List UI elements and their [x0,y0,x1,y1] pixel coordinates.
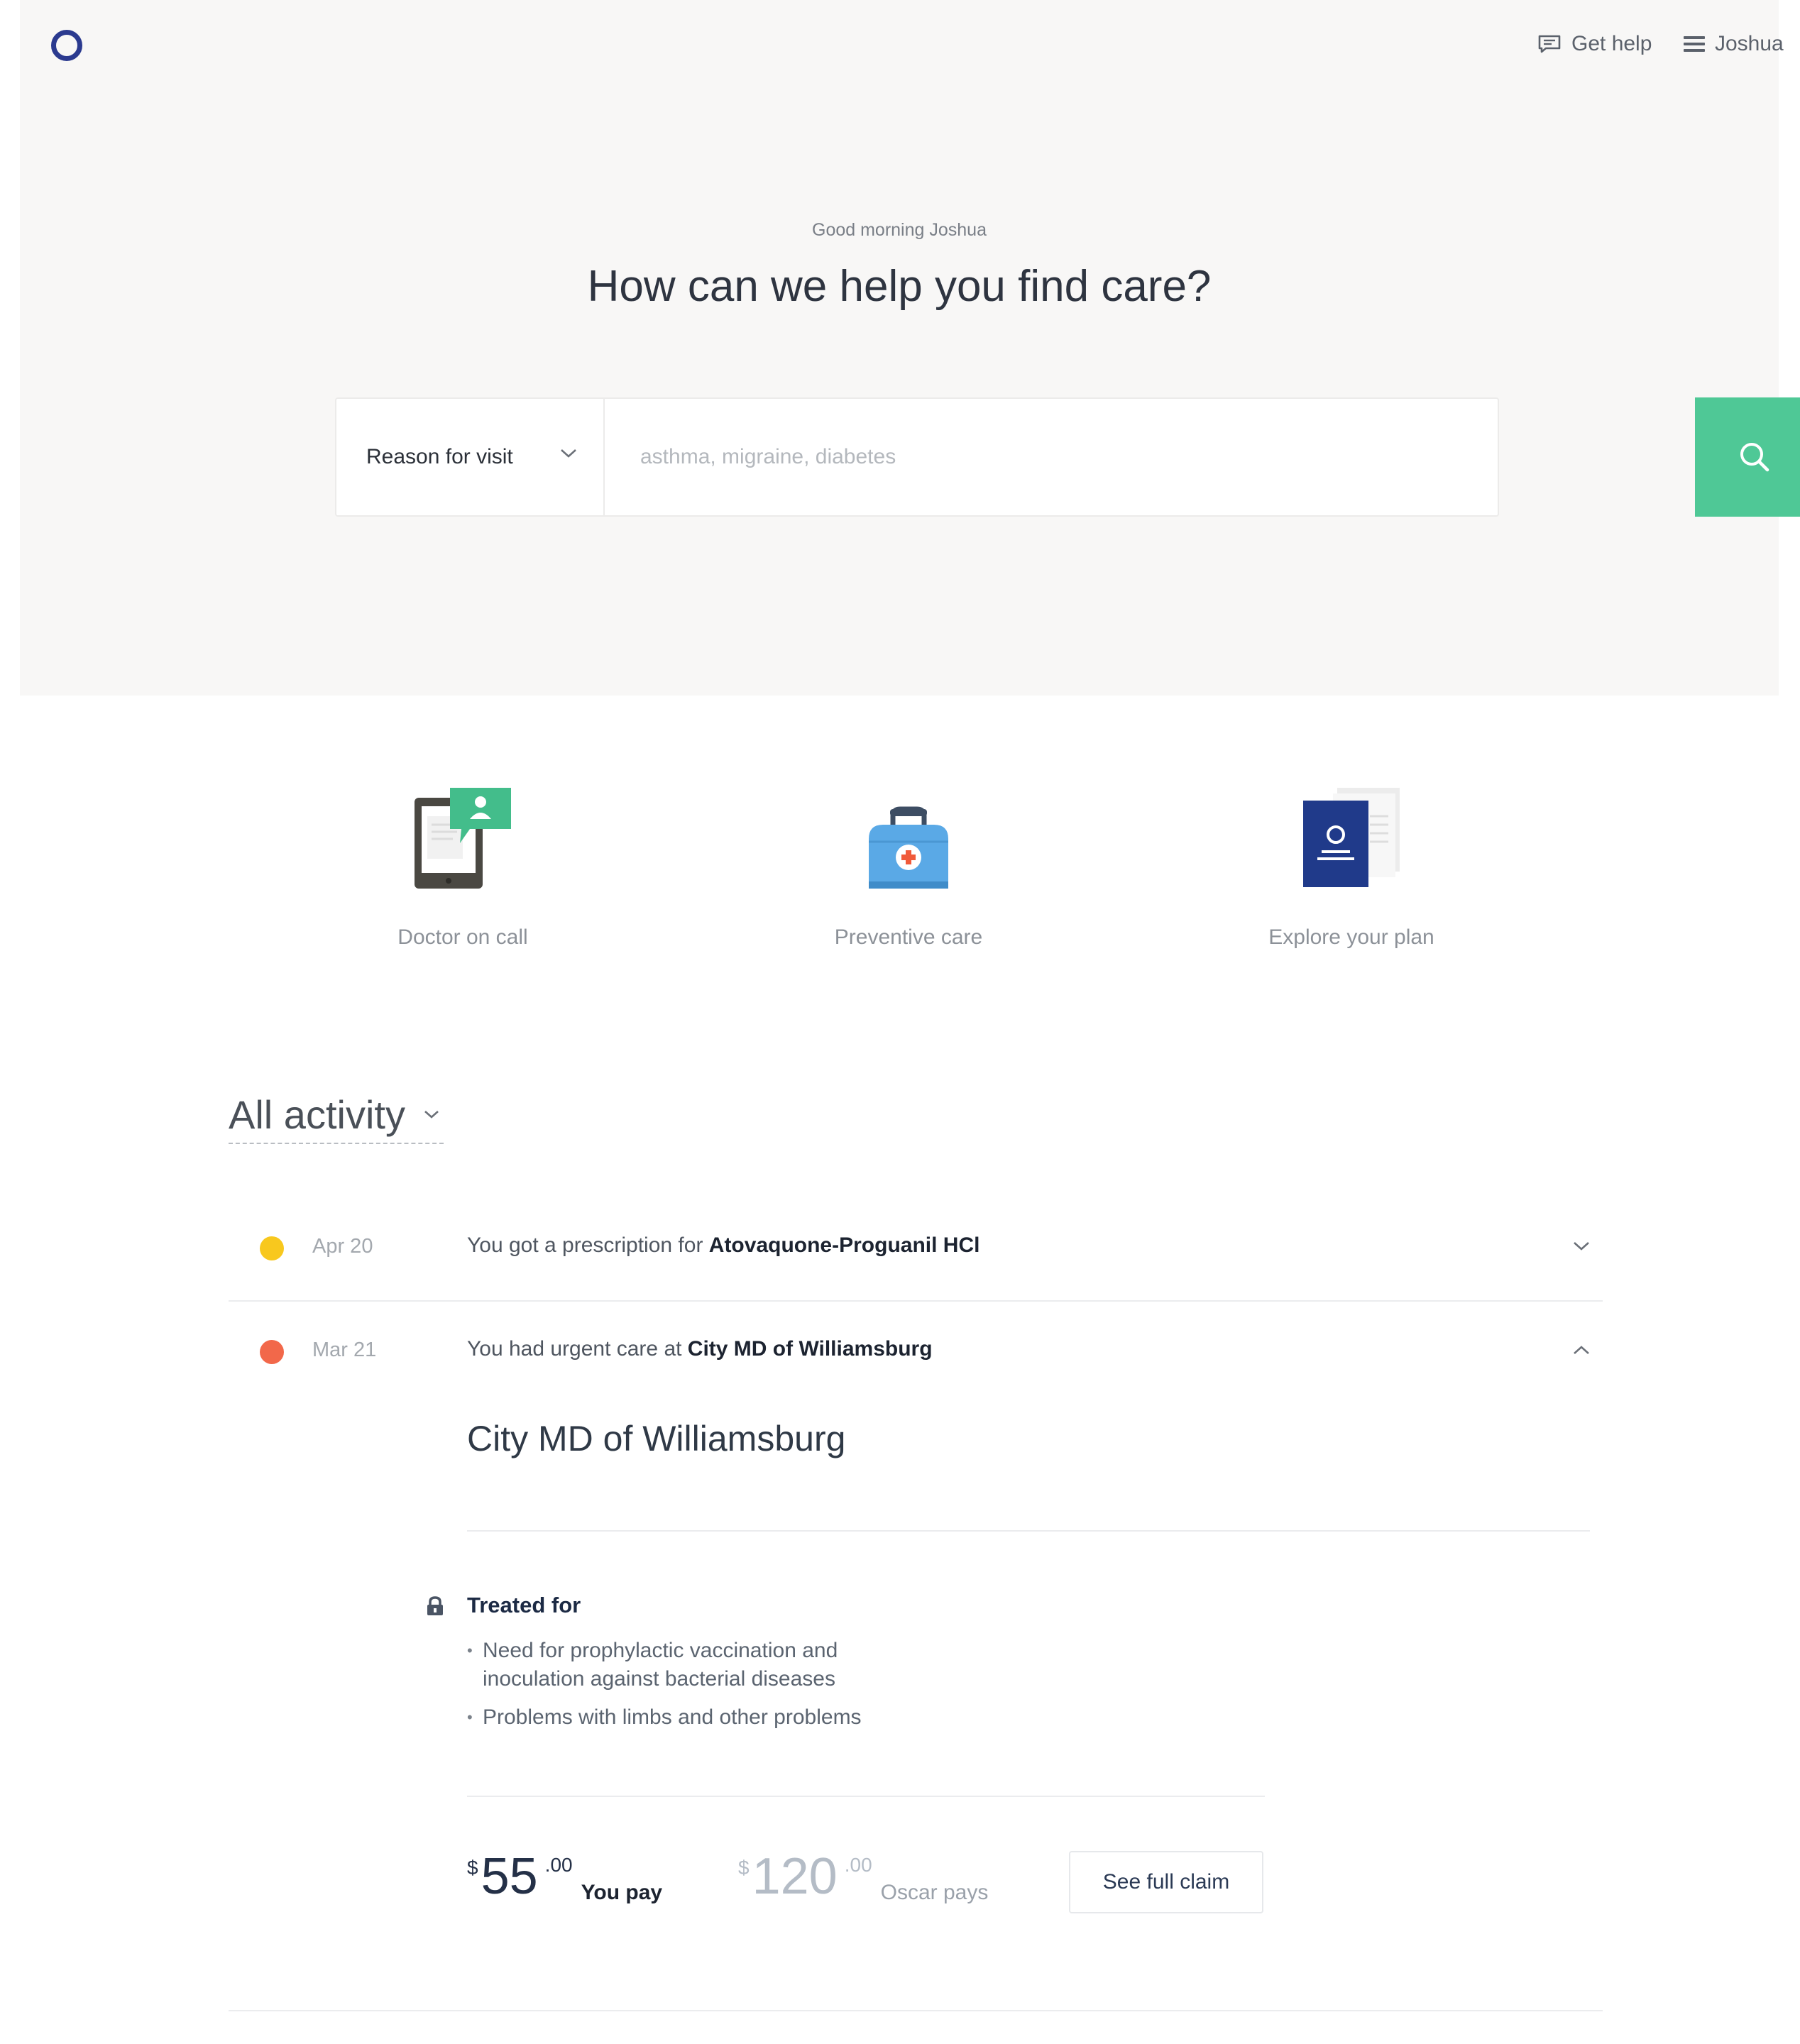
chevron-up-icon[interactable] [1571,1343,1591,1357]
oscar-pays-label: Oscar pays [880,1881,989,1904]
treated-for-list: Need for prophylactic vaccination and in… [467,1637,907,1742]
chevron-down-icon[interactable] [1571,1239,1591,1253]
divider [467,1796,1265,1797]
treated-for-heading: Treated for [467,1593,581,1617]
oscar-pays-amount: $ 120 .00 Oscar pays [738,1848,989,1905]
tile-preventive-care[interactable]: Preventive care [767,788,1050,958]
page: Get help Joshua Good morning Joshua How … [20,0,1800,2044]
tile-doctor-on-call[interactable]: Doctor on call [321,788,605,958]
activity-subject: City MD of Williamsburg [687,1337,933,1361]
chevron-down-icon [424,1111,439,1119]
list-item: Problems with limbs and other problems [467,1703,907,1732]
chat-icon [1538,35,1561,53]
activity-row-urgent-care[interactable]: Mar 21 You had urgent care at City MD of… [229,1302,1603,1404]
status-dot [260,1236,284,1260]
facility-title: City MD of Williamsburg [467,1419,846,1458]
reason-for-visit-select[interactable]: Reason for visit [336,399,605,515]
oscar-logo[interactable] [51,30,82,61]
you-pay-amount: $ 55 .00 You pay [467,1848,663,1905]
tile-explore-your-plan[interactable]: Explore your plan [1209,788,1493,958]
status-dot [260,1340,284,1364]
activity-filter-label: All activity [229,1092,405,1137]
list-item: Need for prophylactic vaccination and in… [467,1637,907,1693]
search-button[interactable] [1695,397,1800,517]
activity-text: You got a prescription for Atovaquone-Pr… [467,1233,980,1257]
hero-section: Get help Joshua Good morning Joshua How … [20,0,1800,696]
search-icon [1740,443,1769,472]
activity-subject: Atovaquone-Proguanil HCl [708,1233,980,1257]
tablet-chat-icon [415,788,511,889]
page-title: How can we help you find care? [587,262,1212,311]
care-search-bar: Reason for visit [335,397,1800,517]
get-help-link[interactable]: Get help [1537,28,1652,60]
you-pay-label: You pay [581,1881,663,1904]
see-full-claim-button[interactable]: See full claim [1069,1851,1263,1913]
lock-icon [427,1596,443,1615]
chevron-down-icon [561,449,576,458]
tile-label: Preventive care [834,925,983,949]
activity-date: Mar 21 [312,1339,377,1361]
user-name: Joshua [1715,32,1784,55]
activity-date: Apr 20 [312,1235,373,1258]
search-input[interactable] [606,399,1381,515]
tile-label: Explore your plan [1268,925,1434,949]
greeting: Good morning Joshua [812,220,987,240]
reason-select-value: Reason for visit [366,445,513,468]
divider [229,2010,1603,2011]
activity-row-prescription[interactable]: Apr 20 You got a prescription for Atovaq… [229,1198,1603,1300]
id-card-icon [1303,788,1400,887]
hamburger-menu-icon [1684,35,1705,53]
activity-filter-dropdown[interactable]: All activity [229,1086,444,1144]
activity-text: You had urgent care at City MD of Willia… [467,1337,933,1361]
tile-label: Doctor on call [397,925,528,949]
get-help-label: Get help [1571,32,1652,55]
medical-bag-icon [869,806,948,889]
divider [467,1530,1590,1532]
user-menu[interactable]: Joshua [1684,28,1784,60]
